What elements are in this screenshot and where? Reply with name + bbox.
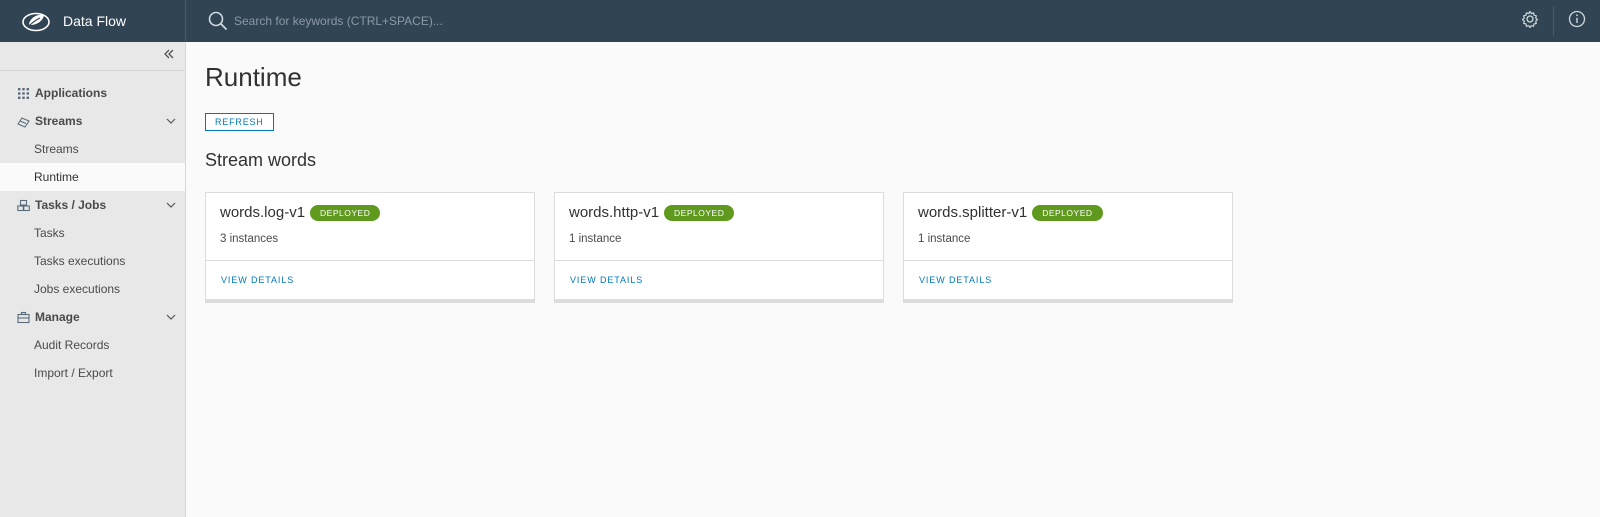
app-card: words.splitter-v1 DEPLOYED 1 instance VI… xyxy=(903,192,1233,300)
view-details-link[interactable]: VIEW DETAILS xyxy=(221,275,294,285)
chevron-down-icon xyxy=(165,115,177,127)
double-chevron-left-icon xyxy=(163,47,175,65)
sidebar-group-manage[interactable]: Manage xyxy=(0,303,185,331)
about-button[interactable] xyxy=(1554,0,1600,42)
briefcase-icon xyxy=(17,311,30,324)
main-content: Runtime REFRESH Stream words words.log-v… xyxy=(205,42,1595,517)
sidebar-item-audit-records[interactable]: Audit Records xyxy=(0,331,185,359)
brand[interactable]: Data Flow xyxy=(0,0,186,42)
search-input[interactable] xyxy=(234,14,654,28)
sidebar-item-tasks[interactable]: Tasks xyxy=(0,219,185,247)
sidebar: Applications Streams Streams Runtime Tas… xyxy=(0,42,186,517)
gear-icon xyxy=(1521,10,1539,33)
sidebar-group-tasks-jobs[interactable]: Tasks / Jobs xyxy=(0,191,185,219)
app-name: words.http-v1 xyxy=(569,204,660,221)
search-bar xyxy=(186,0,1507,42)
app-card: words.log-v1 DEPLOYED 3 instances VIEW D… xyxy=(205,192,535,300)
spring-leaf-icon xyxy=(21,10,51,32)
status-badge: DEPLOYED xyxy=(1032,204,1103,221)
instance-count: 1 instance xyxy=(569,233,622,245)
chevron-down-icon xyxy=(165,199,177,211)
info-icon xyxy=(1568,10,1586,33)
page-title: Runtime xyxy=(205,62,302,92)
settings-button[interactable] xyxy=(1507,0,1553,42)
sidebar-item-runtime[interactable]: Runtime xyxy=(0,163,185,191)
refresh-button[interactable]: REFRESH xyxy=(205,113,274,131)
grid-icon xyxy=(17,87,30,100)
sidebar-item-applications[interactable]: Applications xyxy=(0,79,185,107)
sidebar-group-label: Tasks / Jobs xyxy=(35,198,107,212)
sidebar-item-streams[interactable]: Streams xyxy=(0,135,185,163)
status-badge: DEPLOYED xyxy=(310,204,381,221)
sidebar-item-tasks-executions[interactable]: Tasks executions xyxy=(0,247,185,275)
sidebar-item-import-export[interactable]: Import / Export xyxy=(0,359,185,387)
instance-count: 3 instances xyxy=(220,233,279,245)
search-icon xyxy=(208,11,228,31)
sidebar-group-label: Manage xyxy=(35,310,80,324)
app-name: words.log-v1 xyxy=(220,204,306,221)
sidebar-collapse-row xyxy=(0,42,185,71)
sidebar-nav: Applications Streams Streams Runtime Tas… xyxy=(0,71,185,387)
stream-section-title: Stream words xyxy=(205,150,317,170)
view-details-link[interactable]: VIEW DETAILS xyxy=(570,275,643,285)
chevron-down-icon xyxy=(165,311,177,323)
collapse-sidebar-button[interactable] xyxy=(161,48,177,64)
instance-count: 1 instance xyxy=(918,233,971,245)
app-title: Data Flow xyxy=(63,13,127,29)
app-cards: words.log-v1 DEPLOYED 3 instances VIEW D… xyxy=(205,192,1233,300)
streams-icon xyxy=(17,115,30,128)
status-badge: DEPLOYED xyxy=(664,204,735,221)
sidebar-group-streams[interactable]: Streams xyxy=(0,107,185,135)
sidebar-group-label: Streams xyxy=(35,114,83,128)
tasks-icon xyxy=(17,199,30,212)
app-card: words.http-v1 DEPLOYED 1 instance VIEW D… xyxy=(554,192,884,300)
app-header: Data Flow xyxy=(0,0,1600,42)
view-details-link[interactable]: VIEW DETAILS xyxy=(919,275,992,285)
sidebar-group-label: Applications xyxy=(35,86,108,100)
sidebar-item-jobs-executions[interactable]: Jobs executions xyxy=(0,275,185,303)
app-name: words.splitter-v1 xyxy=(918,204,1028,221)
